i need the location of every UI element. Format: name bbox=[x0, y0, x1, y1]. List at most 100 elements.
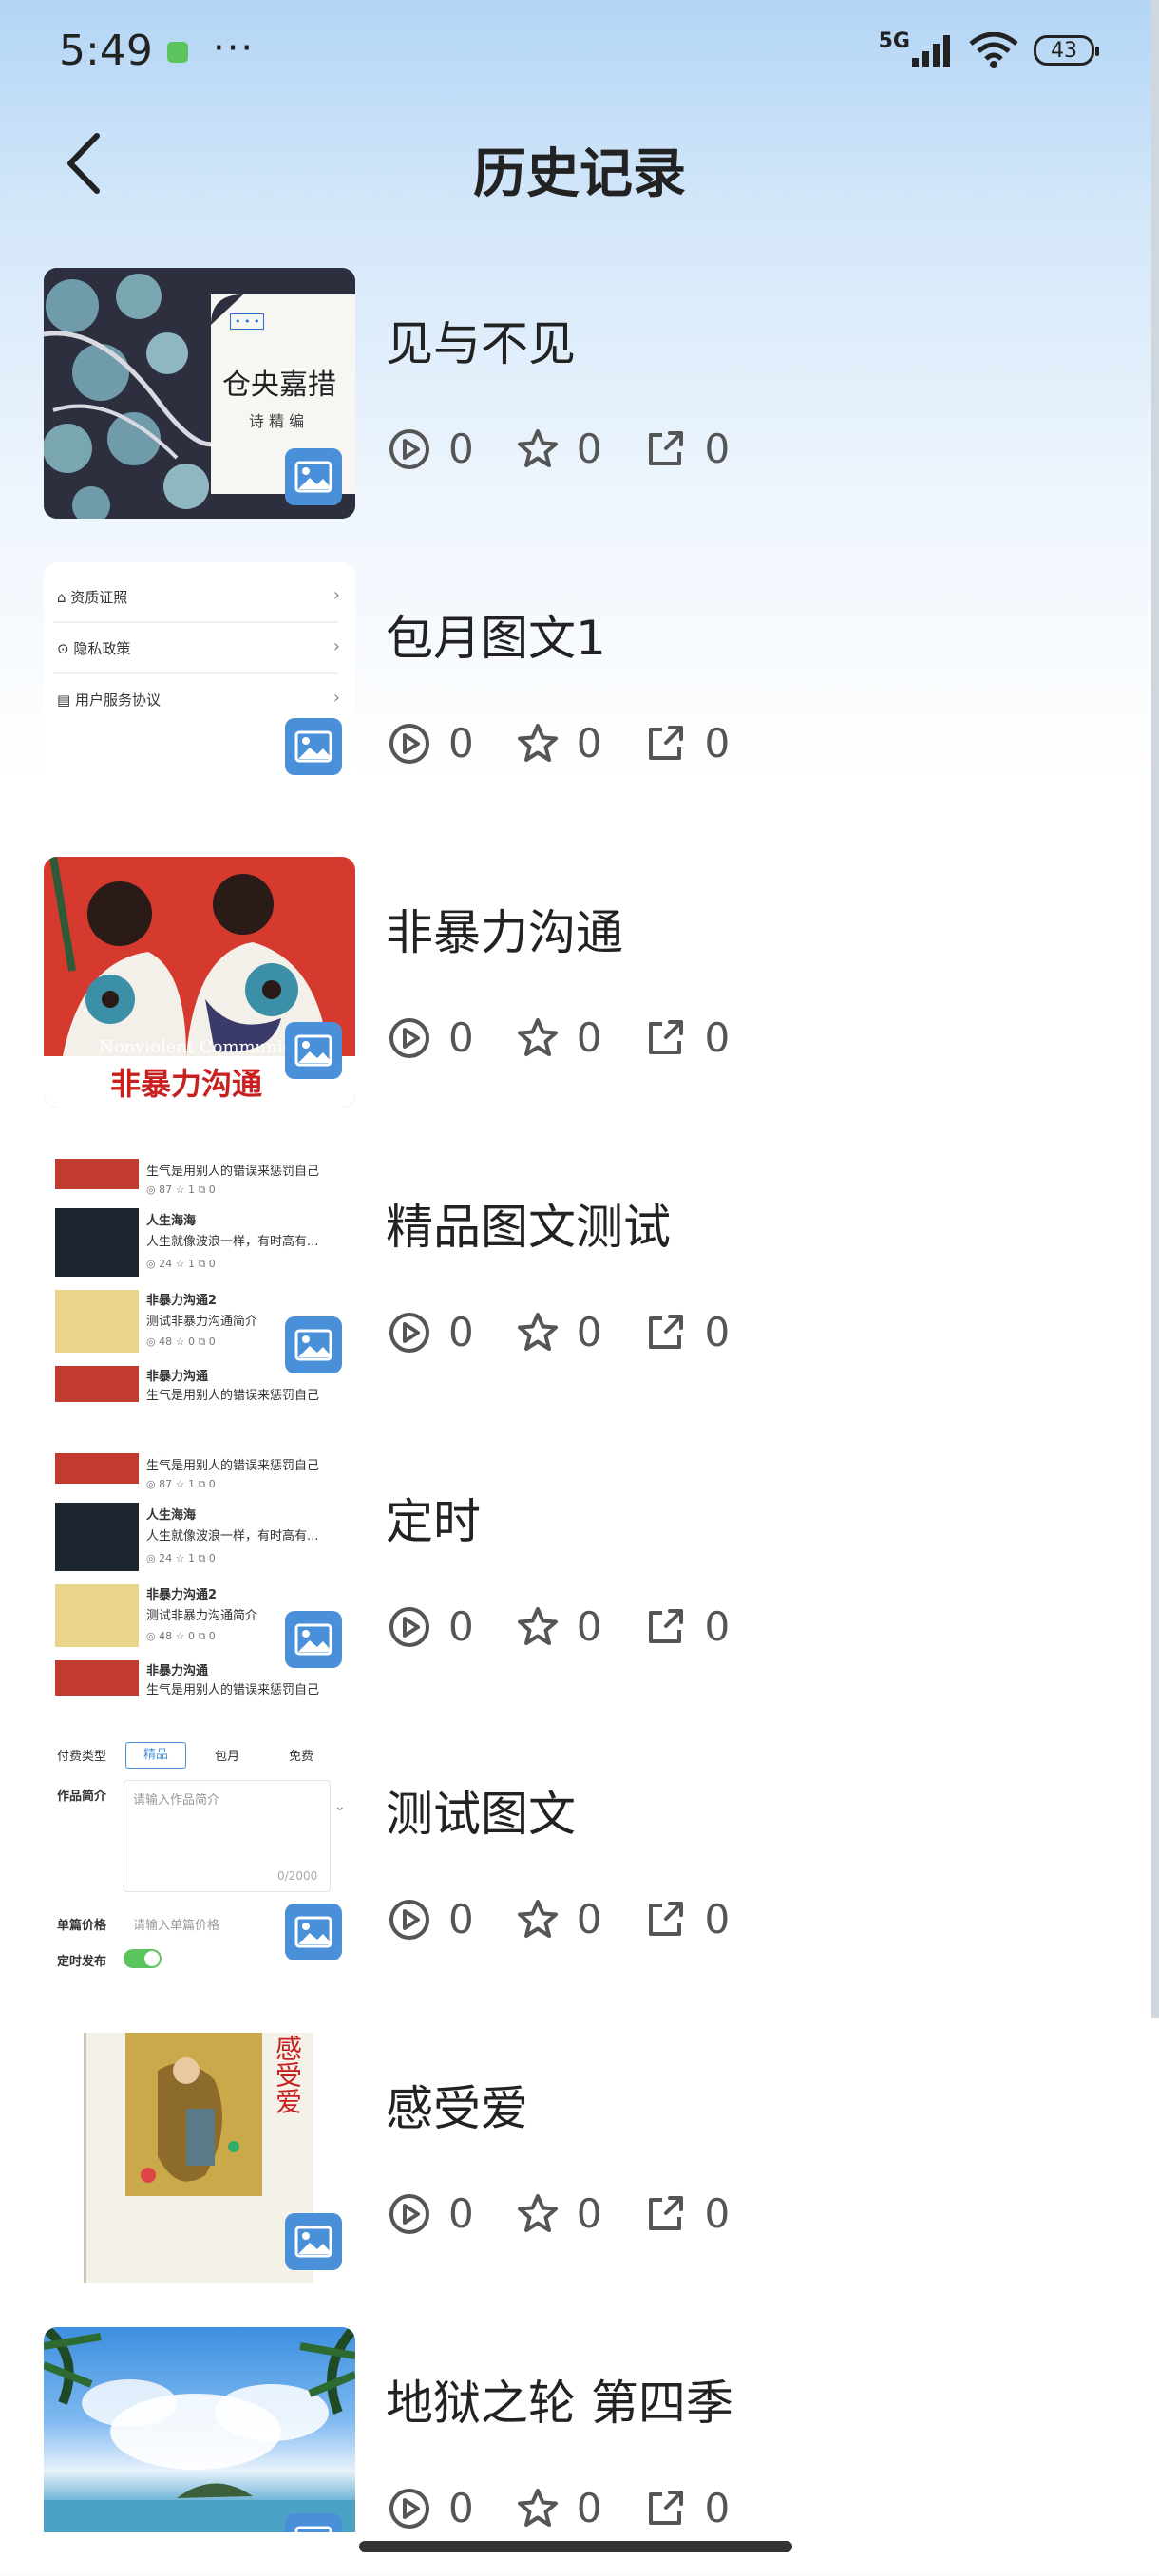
star-count[interactable]: 0 bbox=[516, 1603, 601, 1650]
star-count[interactable]: 0 bbox=[516, 2190, 601, 2237]
item-title: 定时 bbox=[386, 1494, 481, 1549]
cover-row-icon: ▤ bbox=[57, 691, 75, 709]
play-icon bbox=[390, 723, 429, 764]
play-count: 0 bbox=[388, 2485, 474, 2531]
star-icon bbox=[517, 1017, 558, 1056]
image-icon bbox=[294, 1034, 332, 1067]
share-count[interactable]: 0 bbox=[643, 426, 730, 472]
signal-icon bbox=[912, 35, 950, 67]
item-title: 见与不见 bbox=[386, 316, 576, 371]
cover-image: Nonviolent Communication 非暴力沟通 bbox=[44, 857, 355, 1108]
cover-row-icon: ⌂ bbox=[57, 589, 71, 606]
list-item[interactable]: 付费类型 精品 包月 免费 作品简介 请输入作品简介 0/2000 ⌄ 单篇价格… bbox=[44, 1738, 1117, 1991]
list-item[interactable]: Nonviolent Communication 非暴力沟通 非暴力沟通 0 0 bbox=[44, 857, 1117, 1109]
status-icons: 5G 43 bbox=[878, 29, 1099, 68]
play-icon bbox=[390, 2193, 429, 2234]
cover-image: 生气是用别人的错误来惩罚自己 ◎ 87 ☆ 1 ⧉ 0 人生海海 人生就像波浪一… bbox=[44, 1151, 355, 1402]
cover-subtitle: 诗 精 编 bbox=[249, 412, 305, 430]
image-type-badge bbox=[285, 448, 342, 505]
item-stats: 0 0 0 bbox=[388, 2485, 771, 2531]
item-stats: 0 0 0 bbox=[388, 1309, 771, 1355]
battery-level: 43 bbox=[1051, 38, 1077, 63]
toggle-switch bbox=[124, 1949, 162, 1968]
share-icon bbox=[649, 1901, 684, 1936]
beach-scene bbox=[44, 2327, 355, 2532]
star-icon bbox=[517, 723, 558, 762]
status-bar: 5:49 ··· 5G 43 bbox=[0, 0, 1159, 110]
list-item[interactable]: 地狱之轮 第四季 0 0 0 bbox=[44, 2327, 1117, 2576]
item-title: 感受爱 bbox=[386, 2081, 528, 2136]
more-notifications-icon: ··· bbox=[213, 27, 256, 70]
item-title: 非暴力沟通 bbox=[386, 905, 623, 960]
item-title: 精品图文测试 bbox=[386, 1200, 671, 1255]
item-stats: 0 0 0 bbox=[388, 1603, 771, 1650]
play-count: 0 bbox=[388, 1896, 474, 1942]
share-count[interactable]: 0 bbox=[643, 1603, 730, 1650]
star-icon bbox=[517, 1899, 558, 1938]
play-icon bbox=[390, 1017, 429, 1058]
image-icon bbox=[294, 1623, 332, 1656]
list-item[interactable]: 生气是用别人的错误来惩罚自己 ◎ 87 ☆ 1 ⧉ 0 人生海海 人生就像波浪一… bbox=[44, 1446, 1117, 1698]
star-count[interactable]: 0 bbox=[516, 720, 601, 767]
image-type-badge bbox=[285, 1022, 342, 1079]
play-count: 0 bbox=[388, 1603, 474, 1650]
image-icon bbox=[294, 461, 332, 493]
home-indicator[interactable] bbox=[359, 2541, 792, 2552]
play-icon bbox=[390, 1312, 429, 1353]
star-count[interactable]: 0 bbox=[516, 2485, 601, 2531]
star-count[interactable]: 0 bbox=[516, 1896, 601, 1942]
play-icon bbox=[390, 1899, 429, 1940]
share-count[interactable]: 0 bbox=[643, 720, 730, 767]
list-item[interactable]: 生气是用别人的错误来惩罚自己 ◎ 87 ☆ 1 ⧉ 0 人生海海 人生就像波浪一… bbox=[44, 1151, 1117, 1404]
image-type-badge bbox=[285, 1904, 342, 1960]
list-item[interactable]: 感受爱 感受爱 0 0 0 bbox=[44, 2033, 1117, 2285]
share-icon bbox=[649, 1019, 684, 1054]
cover-title: 仓央嘉措 bbox=[222, 369, 336, 402]
cover-title: 感受爱 bbox=[272, 2035, 303, 2114]
image-icon bbox=[294, 1329, 332, 1361]
play-count: 0 bbox=[388, 1014, 474, 1061]
list-item[interactable]: ⌂ 资质证照 › ⊙ 隐私政策 › ▤ 用户服务协议 › 包月图文1 0 0 0 bbox=[44, 562, 1117, 815]
cover-chinese-title: 非暴力沟通 bbox=[110, 1066, 263, 1102]
image-type-badge bbox=[285, 2213, 342, 2270]
star-count[interactable]: 0 bbox=[516, 1014, 601, 1061]
image-type-badge bbox=[285, 1316, 342, 1373]
item-stats: 0 0 0 bbox=[388, 720, 771, 767]
image-icon bbox=[294, 730, 332, 763]
header: 历史记录 bbox=[0, 110, 1159, 217]
share-count[interactable]: 0 bbox=[643, 2485, 730, 2531]
cover-image: 付费类型 精品 包月 免费 作品简介 请输入作品简介 0/2000 ⌄ 单篇价格… bbox=[44, 1738, 355, 1989]
scrollbar[interactable] bbox=[1151, 0, 1159, 2018]
item-title: 地狱之轮 第四季 bbox=[386, 2376, 733, 2431]
cover-image: 生气是用别人的错误来惩罚自己 ◎ 87 ☆ 1 ⧉ 0 人生海海 人生就像波浪一… bbox=[44, 1446, 355, 1696]
share-icon bbox=[649, 430, 684, 465]
image-icon bbox=[294, 2526, 332, 2532]
item-stats: 0 0 0 bbox=[388, 426, 771, 472]
play-count: 0 bbox=[388, 1309, 474, 1355]
item-stats: 0 0 0 bbox=[388, 2190, 771, 2237]
star-icon bbox=[517, 428, 558, 467]
star-count[interactable]: 0 bbox=[516, 1309, 601, 1355]
share-icon bbox=[649, 1314, 684, 1349]
network-type: 5G bbox=[878, 29, 910, 53]
share-icon bbox=[649, 2490, 684, 2525]
image-icon bbox=[294, 1916, 332, 1948]
share-icon bbox=[649, 2195, 684, 2230]
share-count[interactable]: 0 bbox=[643, 1309, 730, 1355]
item-title: 测试图文 bbox=[386, 1787, 576, 1842]
star-icon bbox=[517, 1606, 558, 1645]
app-notification-icon bbox=[167, 42, 188, 63]
share-count[interactable]: 0 bbox=[643, 1896, 730, 1942]
list-item[interactable]: • • • 仓央嘉措 诗 精 编 见与不见 0 0 0 bbox=[44, 268, 1117, 521]
star-count[interactable]: 0 bbox=[516, 426, 601, 472]
cover-image: 感受爱 bbox=[44, 2033, 355, 2283]
share-icon bbox=[649, 1608, 684, 1643]
item-title: 包月图文1 bbox=[386, 611, 606, 666]
share-count[interactable]: 0 bbox=[643, 2190, 730, 2237]
play-count: 0 bbox=[388, 2190, 474, 2237]
item-stats: 0 0 0 bbox=[388, 1896, 771, 1942]
cover-row-icon: ⊙ bbox=[57, 640, 74, 657]
share-count[interactable]: 0 bbox=[643, 1014, 730, 1061]
play-icon bbox=[390, 428, 429, 469]
cover-image bbox=[44, 2327, 355, 2532]
